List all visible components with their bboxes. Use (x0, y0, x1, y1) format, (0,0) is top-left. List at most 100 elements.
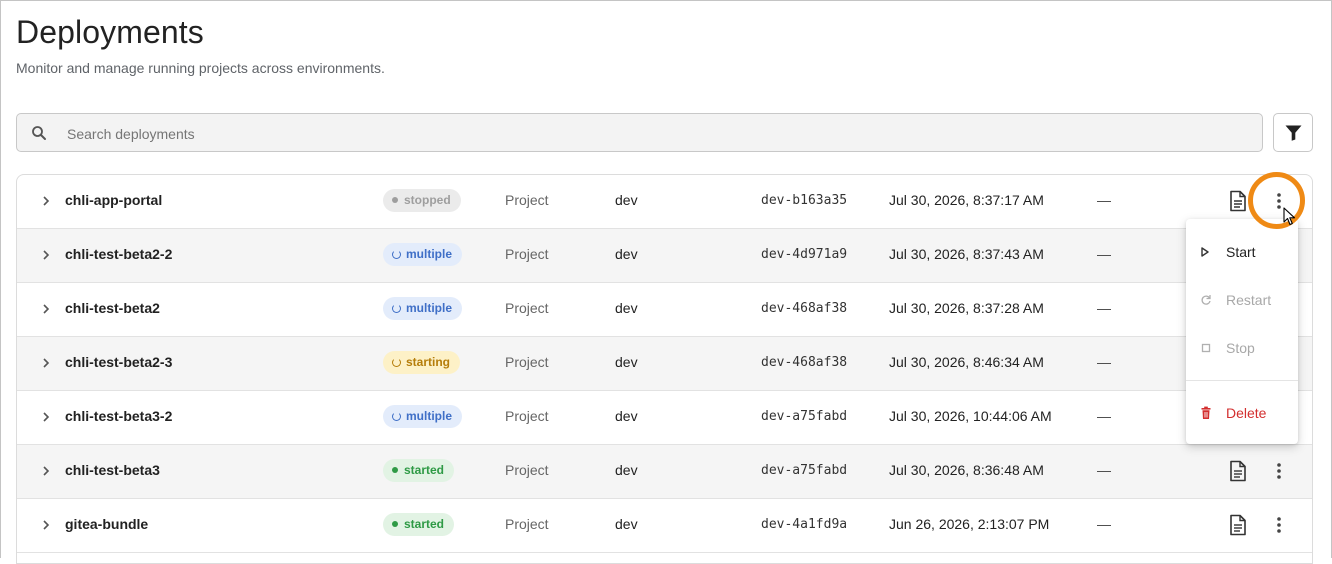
restart-icon (1201, 295, 1211, 305)
menu-item-restart[interactable]: Restart (1186, 280, 1298, 320)
deployment-type: Project (505, 408, 549, 424)
deployment-name[interactable]: chli-test-beta2 (65, 300, 160, 316)
deployment-date: Jul 30, 2026, 8:37:17 AM (889, 192, 1044, 208)
spinner-icon (392, 358, 401, 367)
deployment-hash: dev-468af38 (761, 301, 848, 316)
deployment-hash: dev-b163a35 (761, 193, 848, 208)
deployment-name[interactable]: chli-test-beta3 (65, 462, 160, 478)
stop-icon (1201, 343, 1211, 353)
deployment-name[interactable]: chli-test-beta3-2 (65, 408, 172, 424)
status-label: stopped (404, 193, 451, 207)
deployment-type: Project (505, 354, 549, 370)
deployment-env: dev (615, 192, 638, 208)
status-badge: multiple (383, 405, 463, 428)
menu-item-label: Stop (1226, 340, 1255, 356)
table-row[interactable]: chli-app-portal stopped Project dev dev-b163… (17, 175, 1312, 229)
deployment-env: dev (615, 300, 638, 316)
more-vert-icon[interactable] (1272, 460, 1286, 482)
status-label: started (404, 463, 445, 477)
menu-item-stop[interactable]: Stop (1186, 328, 1298, 368)
menu-item-delete[interactable]: Delete (1186, 393, 1298, 433)
spinner-icon (392, 250, 401, 259)
deployment-hash: dev-a75fabd (761, 463, 848, 478)
deployment-extra: — (1097, 192, 1111, 208)
page-subtitle: Monitor and manage running projects acro… (16, 60, 385, 76)
deployment-extra: — (1097, 246, 1111, 262)
chevron-right-icon[interactable] (41, 518, 51, 532)
table-row[interactable]: chli-test-beta2 multiple Project dev dev-468… (17, 283, 1312, 337)
deployment-env: dev (615, 516, 638, 532)
page-title: Deployments (16, 14, 204, 50)
deployment-hash: dev-4a1fd9a (761, 517, 848, 532)
spinner-icon (392, 304, 401, 313)
table-row[interactable]: gitea-bundle started Project dev dev-4a1fd9a… (17, 499, 1312, 553)
deployment-env: dev (615, 354, 638, 370)
status-badge: multiple (383, 297, 463, 320)
deployment-date: Jul 30, 2026, 8:46:34 AM (889, 354, 1044, 370)
deployments-table: chli-app-portal stopped Project dev dev-b163… (16, 174, 1313, 564)
play-icon (1201, 247, 1209, 257)
deployment-hash: dev-468af38 (761, 355, 848, 370)
table-row[interactable]: chli-test-beta2-2 multiple Project dev dev-4… (17, 229, 1312, 283)
deployment-extra: — (1097, 408, 1111, 424)
deployment-type: Project (505, 300, 549, 316)
deployment-name[interactable]: chli-app-portal (65, 192, 162, 208)
status-dot-icon (392, 521, 398, 527)
chevron-right-icon[interactable] (41, 356, 51, 370)
deployment-name[interactable]: gitea-bundle (65, 516, 148, 532)
more-vert-icon[interactable] (1272, 514, 1286, 536)
deployment-env: dev (615, 246, 638, 262)
chevron-right-icon[interactable] (41, 464, 51, 478)
deployment-name[interactable]: chli-test-beta2-3 (65, 354, 172, 370)
menu-item-start[interactable]: Start (1186, 232, 1298, 272)
cursor-icon (1283, 207, 1296, 226)
search-input[interactable]: Search deployments (16, 113, 1263, 152)
deployment-date: Jun 26, 2026, 2:13:07 PM (889, 516, 1050, 532)
filter-icon (1285, 125, 1302, 141)
table-row[interactable]: chli-test-beta2-3 starting Project dev dev-4… (17, 337, 1312, 391)
deployment-name[interactable]: chli-test-beta2-2 (65, 246, 172, 262)
menu-item-label: Delete (1226, 405, 1267, 421)
search-icon (32, 126, 46, 140)
status-label: starting (406, 355, 451, 369)
deployment-date: Jul 30, 2026, 8:37:28 AM (889, 300, 1044, 316)
chevron-right-icon[interactable] (41, 194, 51, 208)
document-icon[interactable] (1229, 190, 1247, 212)
status-badge: multiple (383, 243, 463, 266)
menu-divider (1186, 380, 1298, 381)
deployment-hash: dev-a75fabd (761, 409, 848, 424)
deployment-extra: — (1097, 516, 1111, 532)
deployment-type: Project (505, 246, 549, 262)
deployment-env: dev (615, 462, 638, 478)
deployment-type: Project (505, 192, 549, 208)
table-row[interactable]: chli-test-beta3-2 multiple Project dev dev-a… (17, 391, 1312, 445)
row-actions-menu: Start Restart Stop Delete (1186, 219, 1298, 444)
deployment-type: Project (505, 462, 549, 478)
deployment-env: dev (615, 408, 638, 424)
chevron-right-icon[interactable] (41, 410, 51, 424)
document-icon[interactable] (1229, 460, 1247, 482)
chevron-right-icon[interactable] (41, 302, 51, 316)
chevron-right-icon[interactable] (41, 248, 51, 262)
deployment-extra: — (1097, 462, 1111, 478)
document-icon[interactable] (1229, 514, 1247, 536)
search-placeholder: Search deployments (67, 126, 195, 142)
status-dot-icon (392, 467, 398, 473)
deployment-type: Project (505, 516, 549, 532)
status-dot-icon (392, 197, 398, 203)
deployment-extra: — (1097, 300, 1111, 316)
spinner-icon (392, 412, 401, 421)
table-row[interactable]: chli-test-beta3 started Project dev dev-a75f… (17, 445, 1312, 499)
status-label: multiple (406, 247, 453, 261)
status-badge: started (383, 459, 455, 482)
deployment-date: Jul 30, 2026, 10:44:06 AM (889, 408, 1052, 424)
deployment-hash: dev-4d971a9 (761, 247, 848, 262)
status-label: started (404, 517, 445, 531)
filter-button[interactable] (1273, 113, 1313, 152)
status-label: multiple (406, 409, 453, 423)
deployment-extra: — (1097, 354, 1111, 370)
status-badge: starting (383, 351, 461, 374)
menu-item-label: Restart (1226, 292, 1272, 308)
deployment-date: Jul 30, 2026, 8:37:43 AM (889, 246, 1044, 262)
menu-item-label: Start (1226, 244, 1256, 260)
